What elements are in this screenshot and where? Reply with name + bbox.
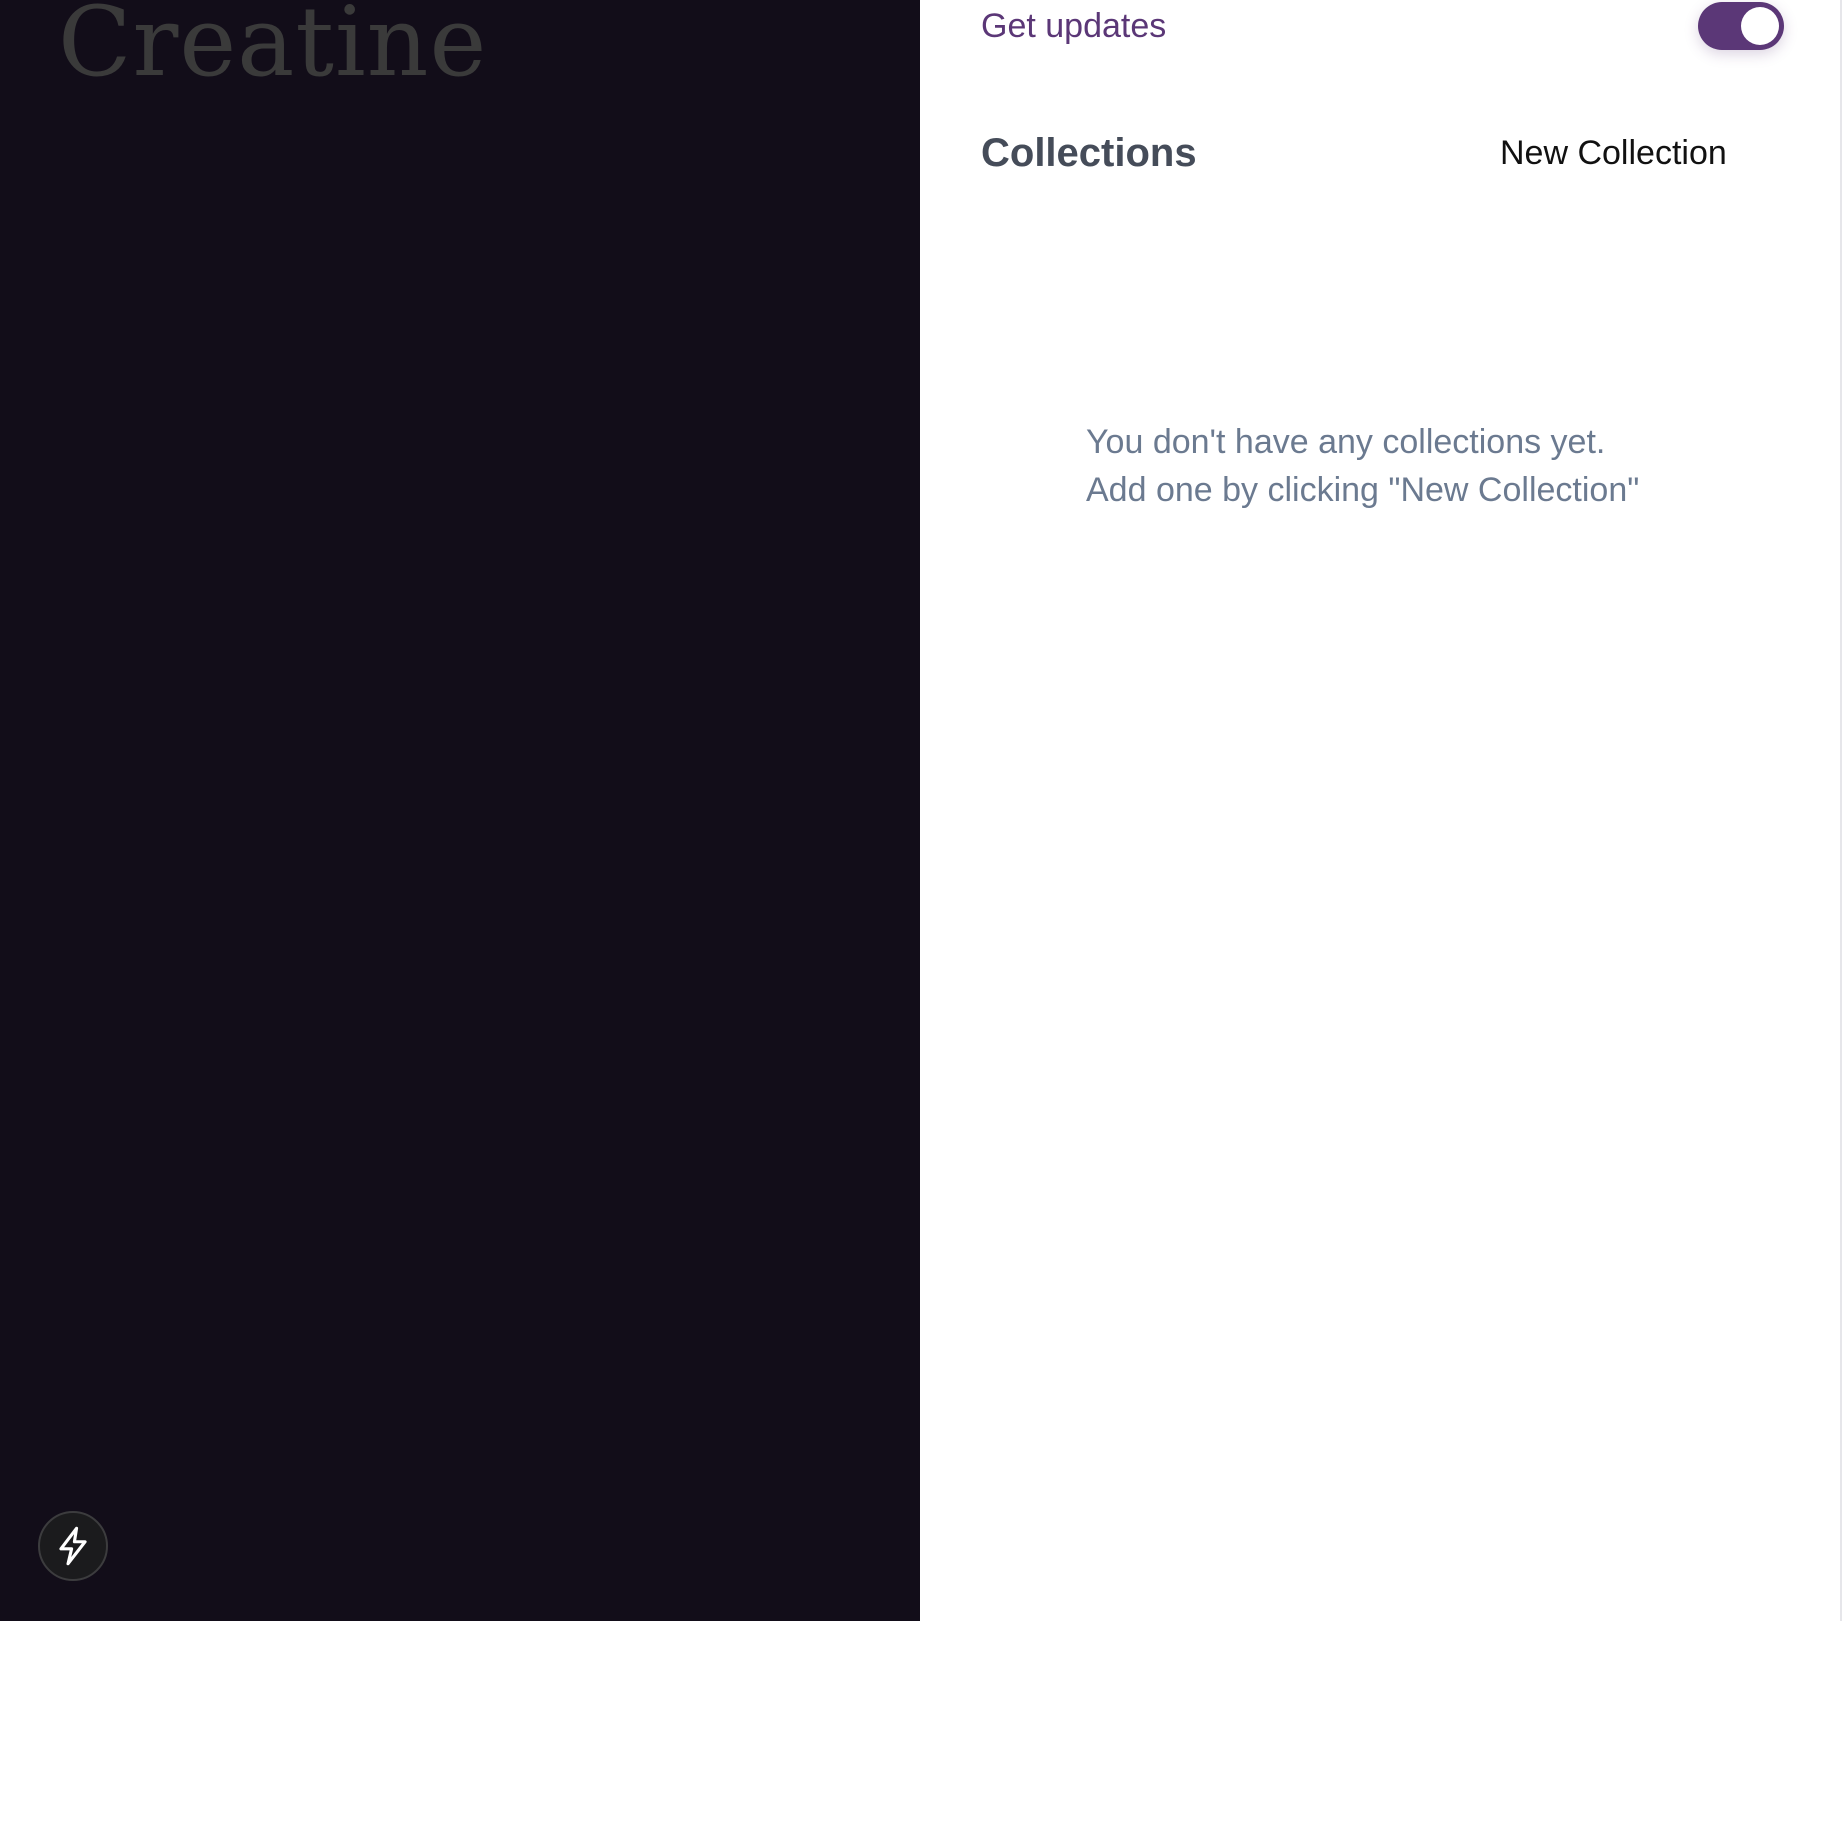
collections-heading: Collections	[981, 131, 1197, 175]
collections-panel: Get updates Collections New Collection Y…	[920, 0, 1842, 1621]
empty-state-line-1: You don't have any collections yet.	[1086, 423, 1606, 461]
toggle-knob	[1741, 7, 1779, 45]
empty-state-line-2: Add one by clicking "New Collection"	[1086, 471, 1640, 509]
lightning-action-button[interactable]	[38, 1511, 108, 1581]
brand-title: Creatine	[58, 0, 488, 98]
left-panel: Creatine	[0, 0, 920, 1621]
get-updates-label: Get updates	[981, 7, 1167, 45]
new-collection-button[interactable]: New Collection	[1500, 128, 1800, 178]
lightning-bolt-icon	[59, 1526, 87, 1566]
get-updates-toggle[interactable]	[1698, 2, 1784, 50]
empty-state-message: You don't have any collections yet. Add …	[1086, 418, 1639, 514]
